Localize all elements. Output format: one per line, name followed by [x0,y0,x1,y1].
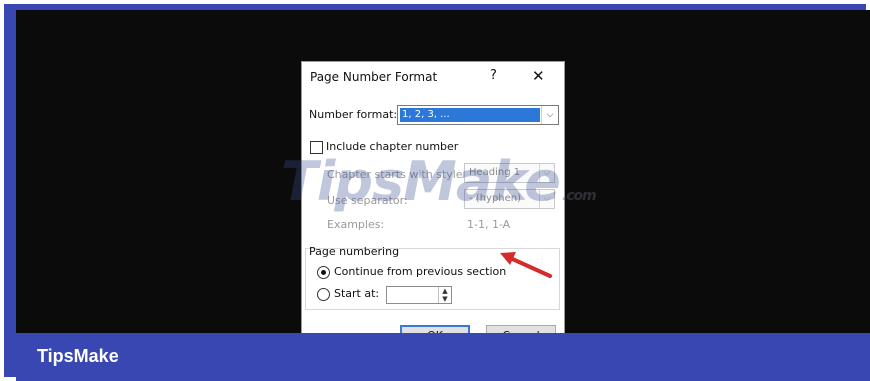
annotation-arrow-icon [500,252,552,278]
number-format-value: 1, 2, 3, ... [400,108,540,122]
examples-label: Examples: [327,218,385,231]
watermark: TipsMake .com [281,150,597,213]
number-format-select[interactable]: 1, 2, 3, ... ⌵ [397,105,559,125]
number-format-label: Number format: [309,108,398,121]
footer-bar: TipsMake [16,333,870,381]
page-numbering-label: Page numbering [309,245,400,258]
spinner-arrows-icon[interactable]: ▲ ▼ [438,287,451,303]
chevron-down-icon[interactable]: ⌵ [541,106,558,124]
start-at-label: Start at: [334,287,380,300]
start-at-spinner[interactable]: ▲ ▼ [386,286,452,304]
cancel-button[interactable]: Cancel [486,325,556,333]
start-at-radio[interactable] [317,288,330,301]
watermark-text: TipsMake [281,150,561,213]
radio-selected-dot [321,270,326,275]
screenshot-area: Page Number Format ? ✕ Number format: 1,… [16,10,870,333]
help-icon[interactable]: ? [490,68,497,83]
close-icon[interactable]: ✕ [532,67,545,85]
dialog-title: Page Number Format [310,70,438,84]
ok-button[interactable]: OK [400,325,470,333]
watermark-suffix: .com [561,188,597,204]
continue-radio[interactable] [317,266,330,279]
continue-label: Continue from previous section [334,265,507,278]
brand-logo-text: TipsMake [37,346,119,366]
examples-value: 1-1, 1-A [467,218,511,231]
